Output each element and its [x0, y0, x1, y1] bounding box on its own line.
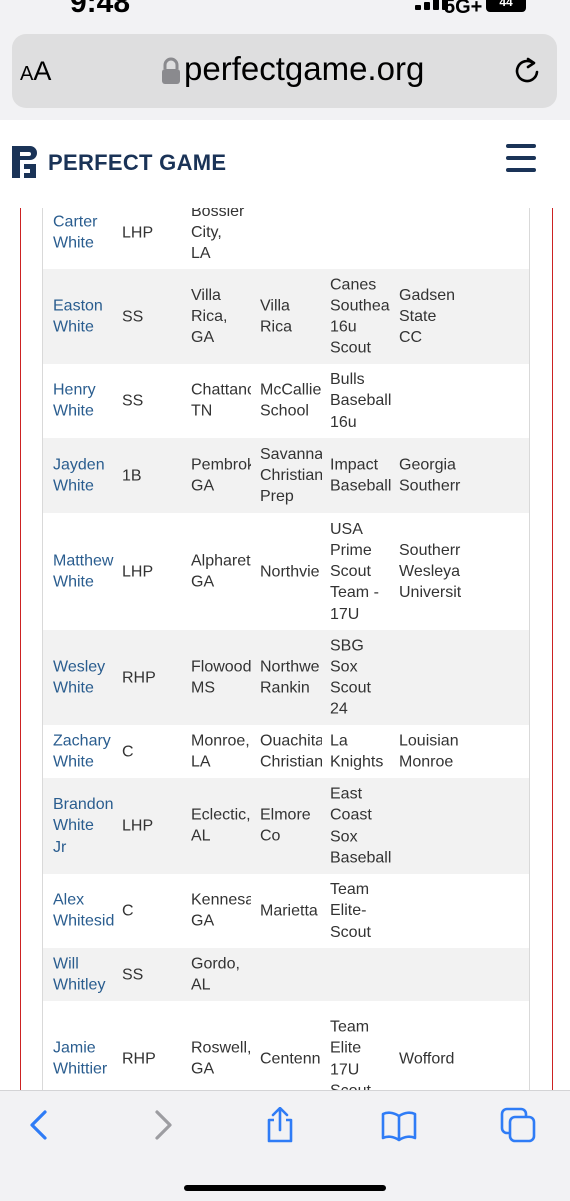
- table-row: Matthew White LHP Alpharet GA Northvie USA P…: [43, 513, 529, 630]
- player-commitment: Southerr Wesleya Universit: [399, 541, 461, 602]
- player-commitment: Gadsen State CC: [399, 286, 456, 347]
- player-hometown: Monroe, LA: [191, 732, 250, 771]
- player-name[interactable]: Easton White: [53, 295, 118, 338]
- player-travel-team: USA Prime Scout Team - 17U: [330, 520, 379, 623]
- battery-level: 44: [499, 0, 513, 9]
- battery-icon: 44: [486, 0, 526, 12]
- player-position: RHP: [122, 1050, 156, 1068]
- site-header: PERFECT GAME: [0, 120, 570, 209]
- player-travel-team: Team Elite 17U Scout -: [330, 1018, 381, 1090]
- player-position: SS: [122, 307, 144, 325]
- back-icon[interactable]: [22, 1107, 58, 1143]
- player-hometown: Eclectic, AL: [191, 806, 251, 845]
- table-row: Jamie Whittier RHP Roswell, GA Centenn Team …: [43, 1001, 529, 1090]
- player-position: LHP: [122, 223, 154, 241]
- player-high-school: Northvie: [260, 562, 320, 580]
- player-position: SS: [122, 965, 144, 983]
- player-hometown: Flowood MS: [191, 658, 251, 697]
- brand-name[interactable]: PERFECT GAME: [48, 150, 226, 176]
- player-name[interactable]: Wesley White: [53, 656, 118, 699]
- player-hometown: Pembrok GA: [191, 456, 251, 495]
- page-content: Carter White LHP Bossier City, LA Easton Wh…: [0, 208, 570, 1090]
- table-row: Brandon White Jr LHP Eclectic, AL Elmore Co…: [43, 778, 529, 874]
- text-size-large-a: A: [33, 56, 52, 86]
- player-commitment: Wofford: [399, 1050, 455, 1068]
- player-commitment: Georgia Southerr: [399, 456, 461, 495]
- player-high-school: Elmore Co: [260, 806, 311, 845]
- player-travel-team: Bulls Baseball 16u: [330, 371, 392, 431]
- player-name[interactable]: Matthew White: [53, 550, 118, 593]
- lock-icon: [162, 57, 180, 84]
- player-travel-team: SBG Sox Scout 24: [330, 636, 371, 718]
- address-bar[interactable]: AA perfectgame.org: [12, 34, 557, 108]
- table-row: Henry White SS Chattanc TN McCallie School B…: [43, 364, 529, 438]
- table-row: Easton White SS Villa Rica, GA Villa Rica Ca…: [43, 269, 529, 364]
- players-table: Carter White LHP Bossier City, LA Easton Wh…: [42, 208, 530, 1090]
- text-size-button[interactable]: AA: [20, 56, 51, 87]
- player-high-school: Savanna Christian Prep: [260, 445, 322, 506]
- forward-icon[interactable]: [144, 1107, 180, 1143]
- status-bar: 9:48 5G+ 44: [0, 0, 570, 22]
- player-name[interactable]: Zachary White: [53, 730, 118, 773]
- network-type: 5G+: [444, 0, 483, 18]
- url-text[interactable]: perfectgame.org: [184, 50, 424, 88]
- player-name[interactable]: Jamie Whittier: [53, 1038, 118, 1081]
- player-high-school: Marietta: [260, 902, 318, 920]
- table-row: Jayden White 1B Pembrok GA Savanna Christia…: [43, 438, 529, 513]
- player-position: C: [122, 742, 134, 760]
- text-size-small-a: A: [20, 63, 34, 85]
- player-hometown: Alpharet GA: [191, 552, 251, 591]
- player-travel-team: La Knights: [330, 732, 384, 771]
- player-position: LHP: [122, 817, 154, 835]
- player-high-school: McCallie School: [260, 381, 322, 420]
- player-name[interactable]: Carter White: [53, 211, 118, 254]
- table-row: Will Whitley SS Gordo, AL: [43, 948, 529, 1001]
- player-high-school: Villa Rica: [260, 297, 293, 336]
- perfect-game-logo-icon[interactable]: [10, 144, 38, 180]
- tabs-icon[interactable]: [500, 1107, 536, 1143]
- player-travel-team: Canes Southea 16u Scout: [330, 275, 390, 357]
- player-travel-team: East Coast Sox Baseball: [330, 785, 392, 867]
- player-hometown: Roswell, GA: [191, 1039, 251, 1078]
- browser-toolbar: [0, 1090, 570, 1201]
- status-time: 9:48: [70, 0, 131, 19]
- bookmarks-icon[interactable]: [381, 1107, 417, 1143]
- player-travel-team: Team Elite- Scout: [330, 881, 371, 941]
- player-high-school: Ouachita Christian: [260, 732, 322, 771]
- player-hometown: Chattanc TN: [191, 381, 251, 420]
- player-travel-team: Impact Baseball: [330, 456, 392, 495]
- player-hometown: Villa Rica, GA: [191, 286, 228, 347]
- browser-address-area: AA perfectgame.org: [0, 22, 570, 120]
- player-position: C: [122, 902, 134, 920]
- table-row: Zachary White C Monroe, LA Ouachita Christi…: [43, 725, 529, 778]
- table-row: Carter White LHP Bossier City, LA: [43, 208, 529, 269]
- player-name[interactable]: Will Whitley: [53, 953, 118, 996]
- table-row: Alex Whitesid C Kennesa GA Marietta Team Eli…: [43, 874, 529, 948]
- home-indicator: [184, 1185, 386, 1191]
- menu-icon[interactable]: [506, 144, 536, 172]
- player-commitment: Louisian Monroe: [399, 732, 459, 771]
- player-hometown: Kennesa GA: [191, 891, 251, 930]
- player-name[interactable]: Henry White: [53, 380, 118, 423]
- player-position: RHP: [122, 668, 156, 686]
- player-hometown: Gordo, AL: [191, 955, 240, 994]
- player-high-school: Centenn: [260, 1050, 321, 1068]
- player-name[interactable]: Brandon White Jr: [53, 794, 118, 858]
- table-row: Wesley White RHP Flowood MS Northwe Rankin S…: [43, 630, 529, 725]
- player-hometown: Bossier City, LA: [191, 208, 245, 263]
- player-position: 1B: [122, 466, 142, 484]
- player-position: SS: [122, 392, 144, 410]
- player-position: LHP: [122, 562, 154, 580]
- reload-icon[interactable]: [512, 56, 542, 86]
- share-icon[interactable]: [262, 1107, 298, 1143]
- player-high-school: Northwe Rankin: [260, 658, 320, 697]
- player-name[interactable]: Alex Whitesid: [53, 890, 118, 933]
- player-name[interactable]: Jayden White: [53, 454, 118, 497]
